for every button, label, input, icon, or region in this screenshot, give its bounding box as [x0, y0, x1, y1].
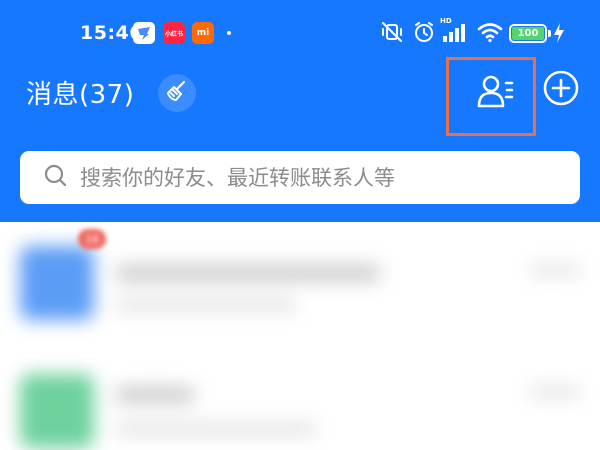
mute-vibrate-icon [380, 20, 404, 48]
list-item-title [116, 264, 380, 282]
contacts-button[interactable] [472, 70, 520, 118]
broom-icon [165, 79, 189, 107]
search-input[interactable] [80, 165, 560, 190]
wifi-icon [476, 20, 504, 48]
add-button[interactable] [542, 70, 580, 110]
unread-badge: 18 [78, 229, 106, 249]
list-item-time [530, 264, 580, 276]
status-bar: 15:46 小红书 mi HD 100 [0, 0, 600, 62]
clear-unread-button[interactable] [158, 74, 196, 112]
charging-icon [553, 22, 565, 48]
plus-circle-icon [543, 70, 579, 110]
alarm-icon [412, 20, 436, 48]
contacts-icon [475, 71, 517, 117]
battery-level: 100 [512, 27, 544, 40]
list-item-title [116, 386, 194, 404]
xiaohongshu-icon: 小红书 [163, 22, 185, 44]
signal-icon: HD [440, 17, 468, 48]
mi-icon: mi [192, 22, 214, 44]
list-item-preview [116, 422, 316, 436]
message-list [0, 222, 600, 450]
avatar [20, 246, 94, 320]
page-title: 消息(37) [26, 80, 135, 110]
more-notifications-dot [227, 31, 231, 35]
search-bar[interactable] [20, 151, 580, 204]
avatar [20, 374, 94, 448]
battery-cap [548, 30, 551, 37]
battery-indicator: 100 [509, 24, 547, 43]
search-icon [44, 164, 68, 192]
list-item-time [530, 386, 580, 398]
dingtalk-icon [133, 22, 155, 44]
list-item-preview [116, 298, 296, 312]
